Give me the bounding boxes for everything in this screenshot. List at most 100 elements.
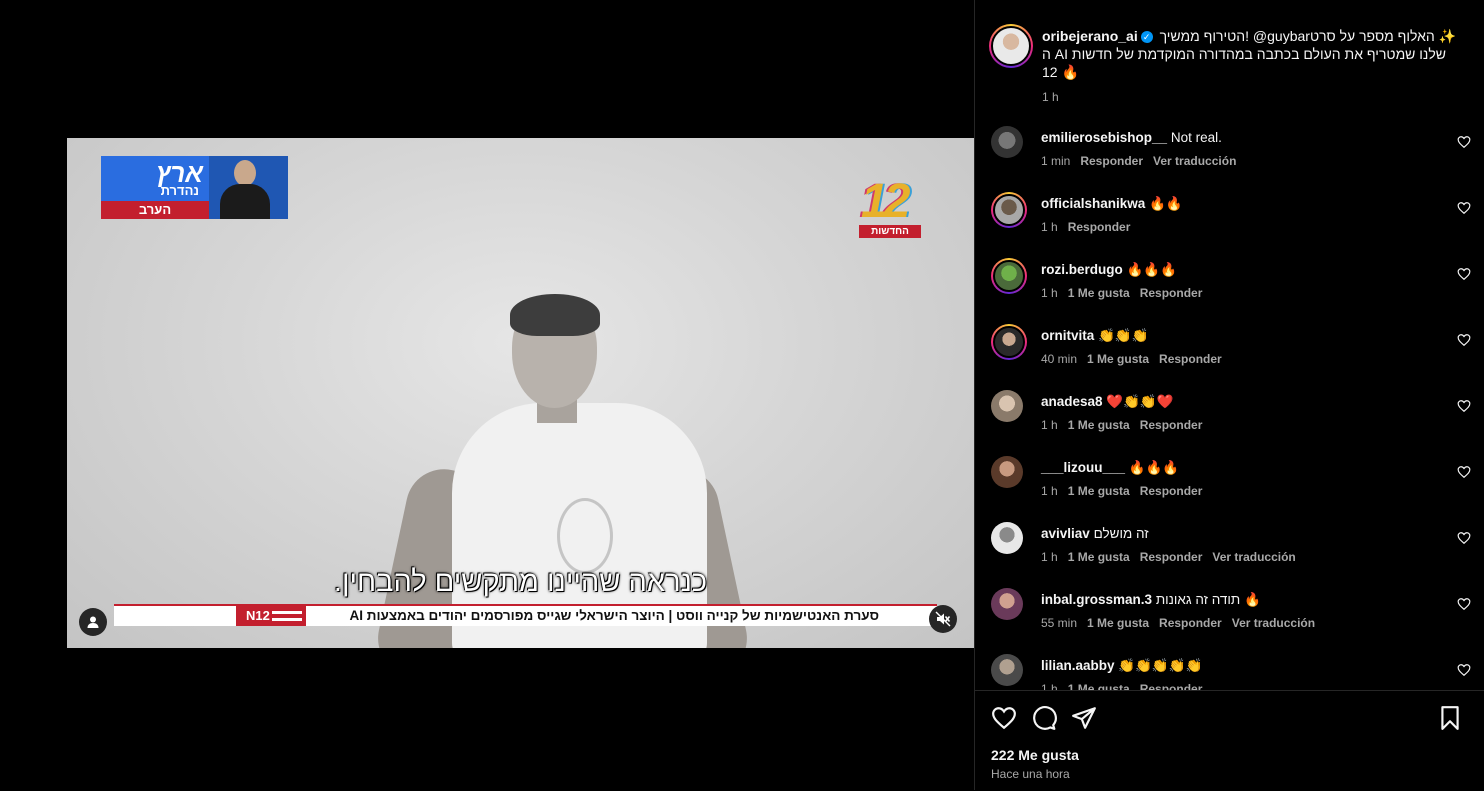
- comment-reply-link[interactable]: Responder: [1140, 550, 1203, 564]
- commenter-avatar[interactable]: [991, 258, 1027, 294]
- comment-reply-link[interactable]: Responder: [1159, 616, 1222, 630]
- comment-like-count[interactable]: 1 Me gusta: [1068, 418, 1130, 432]
- comment-text: זה מושלם: [1093, 526, 1149, 541]
- heart-icon[interactable]: [1457, 135, 1471, 149]
- commenter-username[interactable]: ___lizouu___: [1041, 460, 1125, 475]
- heart-icon[interactable]: [1457, 663, 1471, 677]
- commenter-username[interactable]: lilian.aabby: [1041, 658, 1115, 673]
- heart-icon[interactable]: [1457, 267, 1471, 281]
- comment-meta: 1 h Responder: [1041, 220, 1140, 234]
- comment-like-count[interactable]: 1 Me gusta: [1087, 352, 1149, 366]
- commenter-username[interactable]: anadesa8: [1041, 394, 1103, 409]
- author-avatar[interactable]: [989, 24, 1033, 68]
- channel-number: 12: [861, 175, 910, 228]
- comment-text-line: ___lizouu___ 🔥🔥🔥: [1041, 459, 1179, 476]
- heart-icon[interactable]: [1457, 597, 1471, 611]
- user-icon: [87, 616, 99, 628]
- comment-text-line: officialshanikwa 🔥🔥: [1041, 195, 1183, 212]
- comment-translate-link[interactable]: Ver traducción: [1212, 550, 1295, 564]
- commenter-avatar[interactable]: [991, 588, 1023, 620]
- comment-item: rozi.berdugo 🔥🔥🔥 1 h 1 Me gusta Responder: [989, 252, 1471, 318]
- commenter-username[interactable]: avivliav: [1041, 526, 1090, 541]
- video-player[interactable]: ארץ נהדרת הערב 12 החדשות כנראה שהיינו מת…: [67, 138, 974, 648]
- ticker-brand-label: N12: [246, 608, 270, 623]
- comment-text: 🔥🔥: [1149, 196, 1183, 211]
- ticker-brand-lines: [272, 611, 302, 621]
- comment-meta: 1 h 1 Me gusta Responder: [1041, 484, 1212, 498]
- commenter-avatar[interactable]: [991, 390, 1023, 422]
- commenter-username[interactable]: rozi.berdugo: [1041, 262, 1123, 277]
- share-paper-plane-icon[interactable]: [1071, 705, 1097, 731]
- comment-like-count[interactable]: 1 Me gusta: [1068, 550, 1130, 564]
- comment-item: ___lizouu___ 🔥🔥🔥 1 h 1 Me gusta Responder: [989, 450, 1471, 516]
- show-logo: ארץ נהדרת הערב: [101, 156, 209, 219]
- comment-like-count[interactable]: 1 Me gusta: [1087, 616, 1149, 630]
- comment-item: ornitvita 👏👏👏 40 min 1 Me gusta Responder: [989, 318, 1471, 384]
- comment-text: ❤️👏👏❤️: [1106, 394, 1174, 409]
- comment-text: 🔥🔥🔥: [1128, 460, 1180, 475]
- heart-icon[interactable]: [1457, 531, 1471, 545]
- ticker-brand: N12: [236, 606, 306, 626]
- comment-meta: 1 h 1 Me gusta Responder: [1041, 418, 1212, 432]
- speaker-muted-icon: [935, 611, 951, 627]
- like-heart-icon[interactable]: [991, 705, 1017, 731]
- comment-text: 🔥🔥🔥: [1126, 262, 1177, 277]
- caption-body: oribejerano_ai ✓ הטירוף ממשיך! ‎@guybar‏ …: [1042, 27, 1462, 81]
- comment-reply-link[interactable]: Responder: [1140, 418, 1203, 432]
- commenter-avatar[interactable]: [991, 654, 1023, 686]
- comment-translate-link[interactable]: Ver traducción: [1153, 154, 1236, 168]
- comment-text: תודה זה גאונות 🔥: [1155, 592, 1261, 607]
- comment-reply-link[interactable]: Responder: [1068, 220, 1131, 234]
- commenter-username[interactable]: officialshanikwa: [1041, 196, 1145, 211]
- comment-reply-link[interactable]: Responder: [1140, 286, 1203, 300]
- comment-reply-link[interactable]: Responder: [1140, 484, 1203, 498]
- comment-item: anadesa8 ❤️👏👏❤️ 1 h 1 Me gusta Responder: [989, 384, 1471, 450]
- comment-text-line: ornitvita 👏👏👏: [1041, 327, 1148, 344]
- commenter-avatar[interactable]: [991, 324, 1027, 360]
- comment-item: emilierosebishop__ Not real. 1 min Respon…: [989, 120, 1471, 186]
- author-username[interactable]: oribejerano_ai: [1042, 28, 1138, 44]
- mute-toggle-button[interactable]: [929, 605, 957, 633]
- tagged-users-button[interactable]: [79, 608, 107, 636]
- video-figure-shirt-logo: [557, 498, 613, 574]
- comments-list[interactable]: emilierosebishop__ Not real. 1 min Respon…: [975, 120, 1484, 690]
- comment-bubble-icon[interactable]: [1031, 705, 1057, 731]
- ticker-text: סערת האנטישמיות של קנייה ווסט | היוצר הי…: [349, 608, 880, 623]
- comment-text-line: emilierosebishop__ Not real.: [1041, 129, 1222, 146]
- channel-12-logo: 12 החדשות: [857, 175, 923, 238]
- comment-reply-link[interactable]: Responder: [1140, 682, 1203, 690]
- comment-item: inbal.grossman.3 תודה זה גאונות 🔥 55 min…: [989, 582, 1471, 648]
- comment-like-count[interactable]: 1 Me gusta: [1068, 286, 1130, 300]
- comment-time: 1 min: [1041, 154, 1071, 168]
- commenter-username[interactable]: ornitvita: [1041, 328, 1094, 343]
- comment-reply-link[interactable]: Responder: [1159, 352, 1222, 366]
- verified-badge-icon: ✓: [1140, 31, 1153, 44]
- heart-icon[interactable]: [1457, 465, 1471, 479]
- commenter-avatar[interactable]: [991, 192, 1027, 228]
- comment-text: 👏👏👏👏👏: [1118, 658, 1203, 673]
- comment-time: 1 h: [1041, 682, 1058, 690]
- video-subtitle: כנראה שהיינו מתקשים להבחין.: [333, 566, 708, 598]
- post-like-count[interactable]: 222 Me gusta: [991, 747, 1079, 763]
- comment-like-count[interactable]: 1 Me gusta: [1068, 682, 1130, 690]
- commenter-avatar[interactable]: [991, 126, 1023, 158]
- comment-text-line: rozi.berdugo 🔥🔥🔥: [1041, 261, 1177, 278]
- video-figure-hair: [510, 294, 600, 336]
- commenter-avatar[interactable]: [991, 456, 1023, 488]
- commenter-avatar[interactable]: [991, 522, 1023, 554]
- post-timestamp: Hace una hora: [991, 767, 1070, 781]
- comment-like-count[interactable]: 1 Me gusta: [1068, 484, 1130, 498]
- comment-meta: 1 h 1 Me gusta Responder: [1041, 286, 1212, 300]
- pip-presenter: [216, 160, 274, 219]
- commenter-username[interactable]: inbal.grossman.3: [1041, 592, 1152, 607]
- channel-label: החדשות: [859, 225, 921, 238]
- comment-translate-link[interactable]: Ver traducción: [1232, 616, 1315, 630]
- comment-text: 👏👏👏: [1098, 328, 1149, 343]
- comment-meta: 1 min Responder Ver traducción: [1041, 154, 1246, 168]
- heart-icon[interactable]: [1457, 399, 1471, 413]
- commenter-username[interactable]: emilierosebishop__: [1041, 130, 1167, 145]
- heart-icon[interactable]: [1457, 201, 1471, 215]
- comment-reply-link[interactable]: Responder: [1080, 154, 1143, 168]
- bookmark-icon[interactable]: [1437, 705, 1463, 731]
- heart-icon[interactable]: [1457, 333, 1471, 347]
